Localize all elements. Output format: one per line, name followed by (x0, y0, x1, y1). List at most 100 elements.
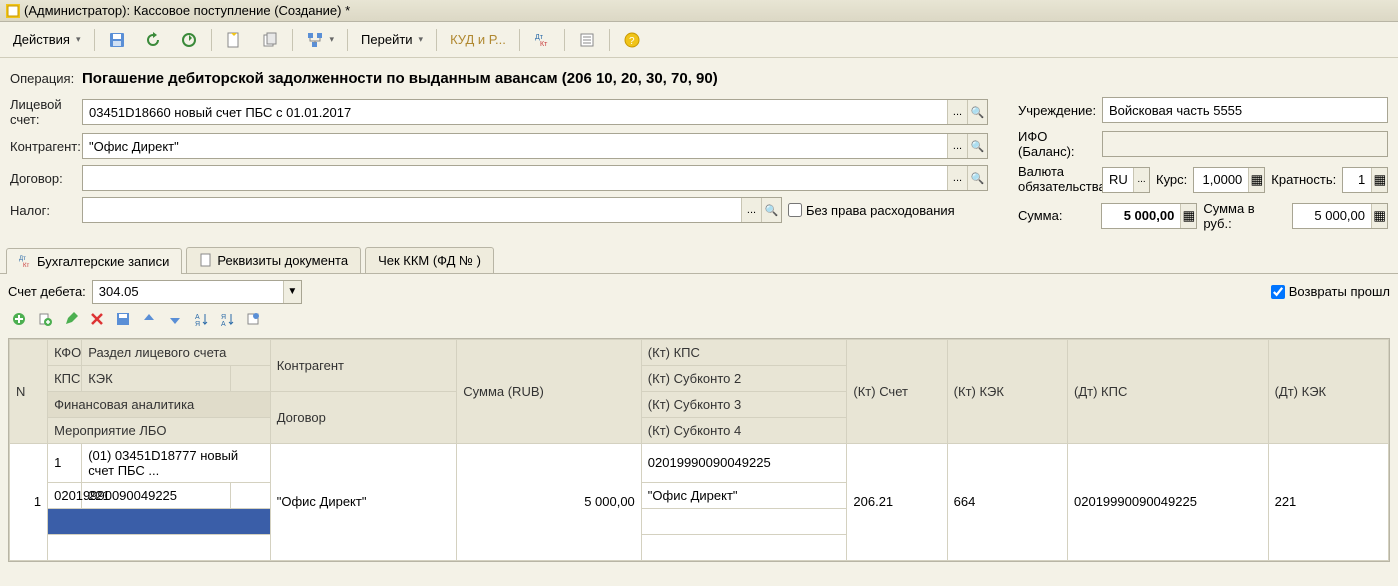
h-contract[interactable]: Договор (270, 391, 457, 443)
ellipsis-icon[interactable]: ... (947, 100, 967, 124)
returns-input[interactable] (1271, 285, 1285, 299)
sort-desc-icon[interactable]: ЯА (216, 308, 238, 330)
counterparty-field[interactable]: ... 🔍 (82, 133, 988, 159)
help-icon[interactable]: ? (616, 27, 648, 53)
calc-icon[interactable]: ▦ (1371, 168, 1387, 192)
up-icon[interactable] (138, 308, 160, 330)
cell-kfo[interactable]: 1 (48, 443, 82, 482)
ellipsis-icon[interactable]: ... (947, 134, 967, 158)
ellipsis-icon[interactable]: ... (741, 198, 761, 222)
edit-icon[interactable] (60, 308, 82, 330)
h-ktkek[interactable]: (Кт) КЭК (947, 339, 1067, 443)
h-dtkps[interactable]: (Дт) КПС (1068, 339, 1269, 443)
ifo-input[interactable] (1103, 132, 1387, 156)
search-icon[interactable]: 🔍 (967, 134, 987, 158)
calc-icon[interactable]: ▦ (1248, 168, 1264, 192)
cell-counterparty[interactable]: "Офис Директ" (270, 443, 457, 560)
tb-save-icon[interactable] (101, 27, 133, 53)
institution-input[interactable] (1103, 98, 1387, 122)
sum-input[interactable] (1102, 204, 1180, 228)
tab-details[interactable]: Реквизиты документа (186, 247, 361, 273)
table-row[interactable]: 1 1 (01) 03451D18777 новый счет ПБС ... … (10, 443, 1389, 482)
sort-asc-icon[interactable]: АЯ (190, 308, 212, 330)
save-icon[interactable] (112, 308, 134, 330)
cell-ktsub2[interactable]: "Офис Директ" (641, 482, 847, 508)
no-spending-checkbox[interactable]: Без права расходования (788, 203, 955, 218)
ifo-field[interactable] (1102, 131, 1388, 157)
h-dtkek[interactable]: (Дт) КЭК (1268, 339, 1388, 443)
tab-check[interactable]: Чек ККМ (ФД № ) (365, 247, 494, 273)
account-field[interactable]: ... 🔍 (82, 99, 988, 125)
contract-input[interactable] (83, 166, 947, 190)
debit-input[interactable] (93, 281, 283, 303)
returns-checkbox[interactable]: Возвраты прошл (1271, 284, 1390, 299)
contract-field[interactable]: ... 🔍 (82, 165, 988, 191)
cell-sum[interactable]: 5 000,00 (457, 443, 642, 560)
h-counterparty[interactable]: Контрагент (270, 339, 457, 391)
actions-menu[interactable]: Действия (6, 28, 88, 51)
tax-field[interactable]: ... 🔍 (82, 197, 782, 223)
counterparty-input[interactable] (83, 134, 947, 158)
cell-kps[interactable]: 02019990090049225 (48, 482, 82, 508)
settings-icon[interactable] (242, 308, 264, 330)
cell-finanalytics[interactable] (48, 508, 271, 534)
delete-icon[interactable] (86, 308, 108, 330)
ellipsis-icon[interactable]: ... (947, 166, 967, 190)
cell-dtkek[interactable]: 221 (1268, 443, 1388, 560)
cell-section[interactable]: (01) 03451D18777 новый счет ПБС ... (82, 443, 271, 482)
account-input[interactable] (83, 100, 947, 124)
h-lbo[interactable]: Мероприятие ЛБО (48, 417, 271, 443)
search-icon[interactable]: 🔍 (761, 198, 781, 222)
h-section[interactable]: Раздел лицевого счета (82, 339, 271, 365)
tab-body: Счет дебета: ▼ Возвраты прошл АЯ ЯА (0, 273, 1398, 568)
h-ktacc[interactable]: (Кт) Счет (847, 339, 947, 443)
h-ktsub4[interactable]: (Кт) Субконто 4 (641, 417, 847, 443)
currency-input[interactable] (1103, 168, 1133, 192)
tab-accounting[interactable]: ДтКт Бухгалтерские записи (6, 248, 182, 274)
h-ktsub3[interactable]: (Кт) Субконто 3 (641, 391, 847, 417)
chevron-down-icon[interactable]: ▼ (283, 281, 301, 303)
tb-struct-icon[interactable] (299, 27, 342, 53)
ellipsis-icon[interactable]: ... (1133, 168, 1149, 192)
calc-icon[interactable]: ▦ (1180, 204, 1196, 228)
h-sum[interactable]: Сумма (RUB) (457, 339, 642, 443)
calc-icon[interactable]: ▦ (1371, 204, 1387, 228)
h-kek[interactable]: КЭК (82, 365, 230, 391)
no-spending-input[interactable] (788, 203, 802, 217)
sum-field[interactable]: ▦ (1101, 203, 1197, 229)
cell-ktsub3[interactable] (641, 508, 847, 534)
tb-dtkt-icon[interactable]: ДтКт (526, 27, 558, 53)
kudip-button[interactable]: КУД и Р... (443, 28, 513, 51)
search-icon[interactable]: 🔍 (967, 166, 987, 190)
h-finanalytics[interactable]: Финансовая аналитика (48, 391, 271, 417)
tax-input[interactable] (83, 198, 741, 222)
cell-n[interactable]: 1 (10, 443, 48, 560)
tb-copy-icon[interactable] (254, 27, 286, 53)
institution-field[interactable] (1102, 97, 1388, 123)
currency-field[interactable]: ... (1102, 167, 1150, 193)
h-ktsub2[interactable]: (Кт) Субконто 2 (641, 365, 847, 391)
cell-ktacc[interactable]: 206.21 (847, 443, 947, 560)
goto-menu[interactable]: Перейти (354, 28, 430, 51)
add-icon[interactable] (8, 308, 30, 330)
add-copy-icon[interactable] (34, 308, 56, 330)
h-kps[interactable]: КПС (48, 365, 82, 391)
cell-ktkps[interactable]: 02019990090049225 (641, 443, 847, 482)
tb-refresh-icon[interactable] (137, 27, 169, 53)
cell-ktsub4[interactable] (641, 534, 847, 560)
cell-lbo[interactable] (48, 534, 271, 560)
debit-combo[interactable]: ▼ (92, 280, 302, 304)
grid[interactable]: N КФО Раздел лицевого счета Контрагент С… (8, 338, 1390, 562)
tb-reload-icon[interactable] (173, 27, 205, 53)
tb-doc-icon[interactable] (218, 27, 250, 53)
cell-dtkps[interactable]: 02019990090049225 (1068, 443, 1269, 560)
tb-list-icon[interactable] (571, 27, 603, 53)
grid-toolbar: АЯ ЯА (8, 304, 1390, 334)
down-icon[interactable] (164, 308, 186, 330)
h-n[interactable]: N (10, 339, 48, 443)
h-kfo[interactable]: КФО (48, 339, 82, 365)
search-icon[interactable]: 🔍 (967, 100, 987, 124)
cell-ktkek[interactable]: 664 (947, 443, 1067, 560)
svg-text:А: А (195, 314, 200, 321)
h-ktkps[interactable]: (Кт) КПС (641, 339, 847, 365)
